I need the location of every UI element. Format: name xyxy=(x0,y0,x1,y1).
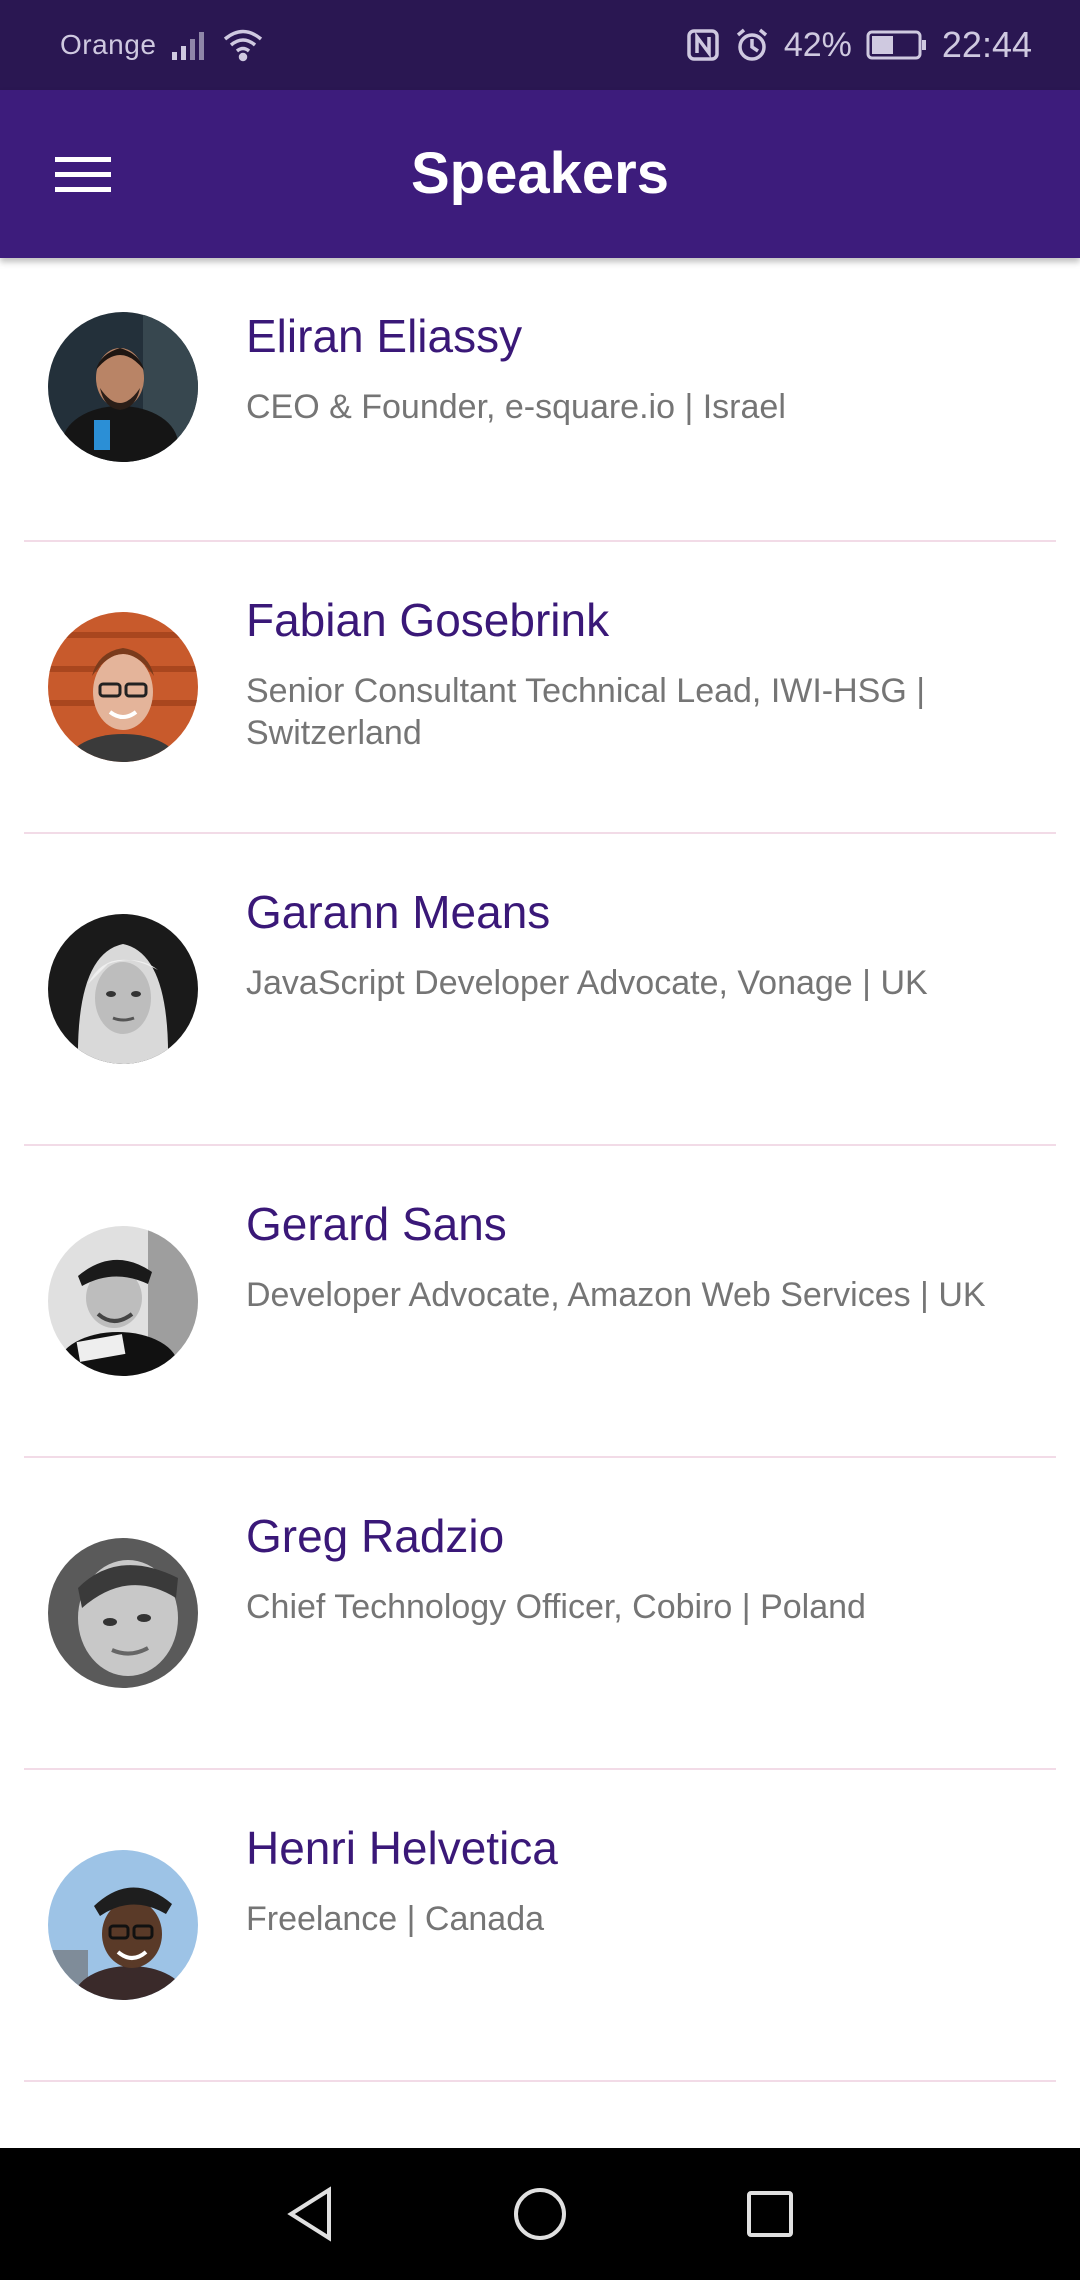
signal-icon xyxy=(170,30,208,60)
speaker-avatar xyxy=(48,1538,198,1688)
navigation-bar xyxy=(0,2148,1080,2280)
speaker-role: Senior Consultant Technical Lead, IWI-HS… xyxy=(246,672,926,752)
battery-icon xyxy=(866,30,928,60)
app-bar: Speakers xyxy=(0,90,1080,258)
speaker-list: Eliran Eliassy CEO & Founder, e-square.i… xyxy=(0,258,1080,2148)
page-title: Speakers xyxy=(411,141,669,206)
carrier-name: Orange xyxy=(60,29,157,60)
alarm-icon xyxy=(734,27,770,63)
speaker-list-item[interactable]: Henri Helvetica Freelance | Canada xyxy=(24,1770,1056,2082)
speaker-name: Eliran Eliassy xyxy=(246,310,523,362)
speaker-role: Freelance | Canada xyxy=(246,1900,545,1938)
speaker-role: Developer Advocate, Amazon Web Services … xyxy=(246,1276,986,1314)
speaker-name: Garann Means xyxy=(246,886,551,938)
status-bar: Orange 42% 22:44 xyxy=(0,0,1080,90)
speaker-avatar xyxy=(48,1226,198,1376)
battery-percent: 42% xyxy=(783,25,852,64)
nfc-icon xyxy=(686,28,720,62)
speaker-role: JavaScript Developer Advocate, Vonage | … xyxy=(246,964,928,1002)
back-icon[interactable] xyxy=(275,2179,345,2249)
speaker-list-item[interactable]: Gerard Sans Developer Advocate, Amazon W… xyxy=(24,1146,1056,1458)
home-icon[interactable] xyxy=(505,2179,575,2249)
recents-icon[interactable] xyxy=(735,2179,805,2249)
speaker-list-item[interactable]: Greg Radzio Chief Technology Officer, Co… xyxy=(24,1458,1056,1770)
wifi-icon xyxy=(222,28,264,62)
speaker-name: Greg Radzio xyxy=(246,1510,505,1562)
speaker-avatar xyxy=(48,914,198,1064)
speaker-name: Henri Helvetica xyxy=(246,1822,558,1874)
speaker-list-item[interactable]: Fabian Gosebrink Senior Consultant Techn… xyxy=(24,542,1056,834)
status-time: 22:44 xyxy=(941,24,1032,65)
speaker-name: Fabian Gosebrink xyxy=(246,594,610,646)
speaker-avatar xyxy=(48,612,198,762)
speaker-role: Chief Technology Officer, Cobiro | Polan… xyxy=(246,1588,866,1626)
speaker-list-item[interactable]: Garann Means JavaScript Developer Advoca… xyxy=(24,834,1056,1146)
speaker-avatar xyxy=(48,312,198,462)
speaker-role: CEO & Founder, e-square.io | Israel xyxy=(246,388,786,426)
speaker-name: Gerard Sans xyxy=(246,1198,507,1250)
speaker-avatar xyxy=(48,1850,198,2000)
speaker-list-item[interactable]: Eliran Eliassy CEO & Founder, e-square.i… xyxy=(24,258,1056,542)
